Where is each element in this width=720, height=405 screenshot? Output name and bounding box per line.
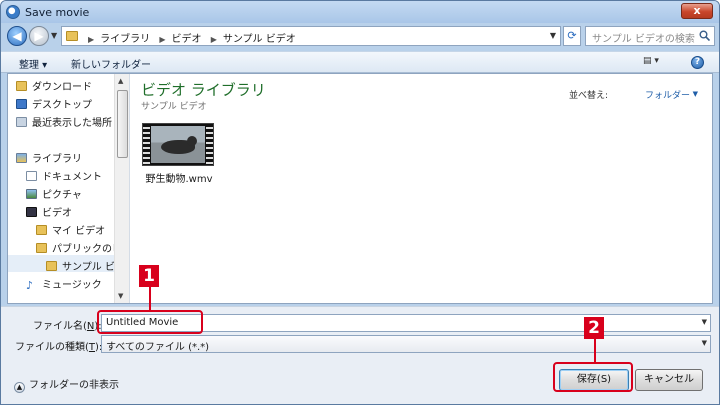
breadcrumb: ▶ ライブラリ ▶ ビデオ ▶ サンプル ビデオ bbox=[88, 34, 296, 45]
content-area: ダウンロード デスクトップ 最近表示した場所 ライブラリ ドキュメント ピクチャ… bbox=[7, 73, 713, 304]
callout-number-1: 1 bbox=[139, 265, 159, 287]
file-list-pane: ビデオ ライブラリ サンプル ビデオ 並べ替え: フォルダー ▼ 野生動物.wm… bbox=[131, 74, 712, 303]
address-bar[interactable]: ▶ ライブラリ ▶ ビデオ ▶ サンプル ビデオ ▼ bbox=[61, 26, 561, 46]
sidebar-item-my-videos[interactable]: マイ ビデオ bbox=[36, 222, 105, 238]
hide-folders-label: フォルダーの非表示 bbox=[29, 380, 119, 391]
sidebar-item-label: 最近表示した場所 bbox=[32, 118, 112, 129]
sidebar-item-documents[interactable]: ドキュメント bbox=[26, 168, 102, 184]
forward-button[interactable]: ▶ bbox=[29, 26, 49, 46]
video-frame bbox=[151, 126, 205, 163]
chevron-down-icon[interactable]: ▼ bbox=[702, 318, 707, 326]
folder-icon bbox=[36, 225, 47, 235]
search-input[interactable]: サンプル ビデオの検索 bbox=[585, 26, 715, 46]
address-dropdown-icon[interactable]: ▼ bbox=[550, 31, 556, 40]
cancel-button[interactable]: キャンセル bbox=[635, 369, 703, 391]
sidebar-item-label: ピクチャ bbox=[42, 190, 82, 201]
back-button[interactable]: ◀ bbox=[7, 26, 27, 46]
navigation-pane: ダウンロード デスクトップ 最近表示した場所 ライブラリ ドキュメント ピクチャ… bbox=[8, 74, 130, 303]
music-icon: ♪ bbox=[26, 279, 34, 292]
breadcrumb-item-videos[interactable]: ビデオ bbox=[172, 34, 202, 45]
breadcrumb-item-library[interactable]: ライブラリ bbox=[100, 34, 150, 45]
filetype-value: すべてのファイル (*.*) bbox=[106, 342, 210, 353]
chevron-up-icon: ▲ bbox=[14, 382, 25, 393]
window-title: Save movie bbox=[25, 6, 90, 19]
sidebar-item-label: ダウンロード bbox=[32, 82, 92, 93]
sidebar-item-label: ビデオ bbox=[42, 208, 72, 219]
sidebar-item-library[interactable]: ライブラリ bbox=[16, 150, 82, 166]
arrange-by-dropdown[interactable]: フォルダー bbox=[645, 88, 690, 101]
organize-button[interactable]: 整理 ▾ bbox=[19, 56, 47, 71]
sidebar-item-desktop[interactable]: デスクトップ bbox=[16, 96, 92, 112]
library-icon bbox=[16, 153, 27, 163]
sidebar-item-videos[interactable]: ビデオ bbox=[26, 204, 72, 220]
toolbar: 整理 ▾ 新しいフォルダー ▤ ▾ ? bbox=[1, 51, 719, 73]
sidebar-item-recent-places[interactable]: 最近表示した場所 bbox=[16, 114, 114, 130]
hide-folders-toggle[interactable]: ▲ フォルダーの非表示 bbox=[14, 376, 119, 393]
view-options-icon[interactable]: ▤ ▾ bbox=[643, 56, 671, 70]
filetype-label: ファイルの種類(T): bbox=[15, 338, 102, 353]
sidebar-item-music[interactable]: ♪ ミュージック bbox=[26, 276, 102, 292]
library-subtitle: サンプル ビデオ bbox=[141, 102, 207, 112]
callout-box-filename bbox=[97, 310, 203, 334]
filename-label: ファイル名(N): bbox=[33, 317, 102, 332]
sidebar-item-label: デスクトップ bbox=[32, 100, 92, 111]
documents-icon bbox=[26, 171, 37, 181]
arrange-by-label: 並べ替え: bbox=[568, 91, 608, 101]
sidebar-item-sample-videos[interactable]: サンプル ビデオ bbox=[46, 258, 114, 274]
callout-line-2 bbox=[594, 339, 596, 363]
callout-line-1 bbox=[149, 287, 151, 311]
breadcrumb-item-sample-videos[interactable]: サンプル ビデオ bbox=[223, 34, 296, 45]
file-item-name[interactable]: 野生動物.wmv bbox=[137, 170, 221, 185]
filetype-select[interactable]: すべてのファイル (*.*) ▼ bbox=[101, 335, 711, 353]
sidebar-item-label: ドキュメント bbox=[42, 172, 102, 183]
filetype-label-prefix: ファイルの種類( bbox=[15, 342, 89, 353]
pictures-icon bbox=[26, 189, 37, 199]
sidebar-item-label: ライブラリ bbox=[32, 154, 82, 165]
close-button[interactable]: x bbox=[681, 3, 713, 19]
address-row: ◀ ▶ ▼ ▶ ライブラリ ▶ ビデオ ▶ サンプル ビデオ ▼ ⟳ サンプル ビデオ… bbox=[5, 23, 717, 49]
search-icon[interactable] bbox=[699, 30, 710, 41]
new-folder-button[interactable]: 新しいフォルダー bbox=[71, 56, 151, 71]
folder-icon bbox=[46, 261, 57, 271]
chevron-down-icon[interactable]: ▼ bbox=[693, 90, 698, 98]
filmstrip-icon bbox=[206, 124, 213, 165]
scrollbar-thumb[interactable] bbox=[117, 90, 128, 158]
download-folder-icon bbox=[16, 81, 27, 91]
sidebar-item-label: サンプル ビデオ bbox=[62, 262, 114, 273]
title-bar: Save movie x bbox=[1, 1, 719, 23]
folder-icon bbox=[66, 31, 78, 41]
video-thumbnail[interactable] bbox=[142, 123, 214, 166]
sidebar-item-pictures[interactable]: ピクチャ bbox=[26, 186, 82, 202]
save-dialog: Save movie x ◀ ▶ ▼ ▶ ライブラリ ▶ ビデオ ▶ サンプル ビデオ… bbox=[0, 0, 720, 405]
recent-pages-dropdown-icon[interactable]: ▼ bbox=[51, 31, 57, 40]
callout-number-2: 2 bbox=[584, 317, 604, 339]
callout-box-save bbox=[553, 362, 633, 392]
help-icon[interactable]: ? bbox=[691, 56, 704, 69]
navigation-scrollbar[interactable]: ▲ ▼ bbox=[114, 74, 129, 303]
animal-head-shape bbox=[187, 136, 197, 146]
app-icon bbox=[6, 5, 20, 19]
sidebar-item-downloads[interactable]: ダウンロード bbox=[16, 78, 92, 94]
chevron-down-icon[interactable]: ▼ bbox=[702, 339, 707, 347]
filename-label-prefix: ファイル名( bbox=[33, 321, 87, 332]
sidebar-item-public-videos[interactable]: パブリックのビデオ bbox=[36, 240, 114, 256]
refresh-button[interactable]: ⟳ bbox=[563, 26, 581, 46]
videos-icon bbox=[26, 207, 37, 217]
library-title: ビデオ ライブラリ bbox=[141, 81, 266, 99]
recent-places-icon bbox=[16, 117, 27, 127]
sidebar-item-label: マイ ビデオ bbox=[52, 226, 106, 237]
search-placeholder: サンプル ビデオの検索 bbox=[592, 34, 695, 45]
scroll-up-icon[interactable]: ▲ bbox=[118, 77, 123, 85]
desktop-icon bbox=[16, 99, 27, 109]
folder-icon bbox=[36, 243, 47, 253]
sidebar-item-label: パブリックのビデオ bbox=[52, 244, 114, 255]
filmstrip-icon bbox=[143, 124, 150, 165]
scroll-down-icon[interactable]: ▼ bbox=[118, 292, 123, 300]
sidebar-item-label: ミュージック bbox=[42, 280, 102, 291]
